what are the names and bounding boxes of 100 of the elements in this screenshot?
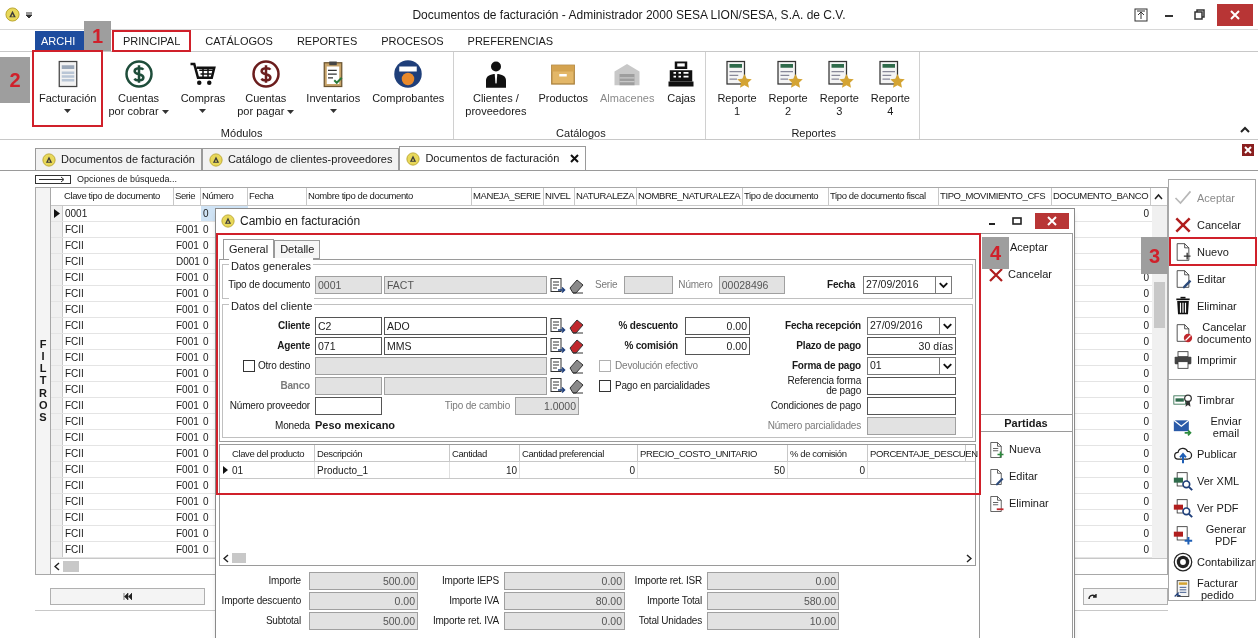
text-field[interactable]: MMS [384,336,547,355]
action-button[interactable]: Editar [1169,265,1255,292]
eraser-icon[interactable] [568,357,585,374]
document-tab[interactable]: Documentos de facturación [399,146,587,170]
column-header[interactable]: Serie [175,188,196,204]
document-tab[interactable]: Documentos de facturación [35,148,202,170]
dropdown-arrow-icon[interactable] [939,357,955,374]
total-field[interactable]: 0.00 [504,572,625,590]
action-button[interactable]: Ver PDF [1169,494,1255,521]
dialog-tab[interactable]: Detalle [274,240,321,259]
close-icon[interactable] [1217,3,1253,26]
ribbon-button[interactable]: Reporte 1 [712,52,762,125]
lookup-icon[interactable] [549,276,566,294]
scroll-thumb[interactable] [232,553,246,563]
ribbon-button[interactable]: Comprobantes [367,52,450,125]
action-button[interactable]: Nuevo [1169,238,1255,265]
checkbox[interactable] [599,379,611,392]
total-field[interactable]: 0.00 [707,572,839,590]
column-header[interactable]: DOCUMENTO_BANCO [1053,188,1149,204]
column-header[interactable]: NOMBRE_NATURALEZA [638,188,741,204]
search-options-link[interactable]: Opciones de búsqueda... [77,173,178,187]
ribbon-button[interactable]: Clientes / proveedores [460,52,532,125]
total-field[interactable]: 500.00 [309,572,418,590]
total-field[interactable]: 0.00 [309,592,418,610]
column-header[interactable]: PORCENTAJE_DESCUEN [870,445,978,461]
date-field[interactable]: 27/09/2016 [867,316,956,335]
ribbon-button[interactable]: Reporte 2 [763,52,813,125]
text-field[interactable]: ADO [384,316,547,335]
column-header[interactable]: Nombre tipo de documento [308,188,413,204]
column-header[interactable]: TIPO_MOVIMIENTO_CFS [940,188,1046,204]
ribbon-button[interactable]: Cuentas por pagar [232,52,300,125]
lookup-icon[interactable] [549,317,566,334]
menu-tab[interactable]: PREFERENCIAS [458,31,563,51]
total-field[interactable]: 500.00 [309,612,418,630]
scroll-thumb[interactable] [63,560,79,572]
document-tab[interactable]: Catálogo de clientes-proveedores [201,148,400,170]
scroll-right-icon[interactable] [966,553,972,563]
eraser-icon[interactable] [568,377,585,394]
column-header[interactable]: Número [202,188,234,204]
dropdown-arrow-icon[interactable] [939,317,955,334]
search-options-icon[interactable] [35,175,71,185]
dialog-action-button[interactable]: Nueva [980,436,1072,463]
column-header[interactable]: Fecha [249,188,274,204]
close-tab-icon[interactable] [570,154,580,163]
ribbon-button[interactable]: Reporte 3 [814,52,864,125]
text-field[interactable] [315,396,382,415]
eraser-icon[interactable] [568,317,585,334]
horizontal-scrollbar[interactable] [220,551,975,565]
ribbon-button[interactable]: Inventarios [301,52,366,125]
menu-tab[interactable]: REPORTES [287,31,367,51]
column-header[interactable]: Clave del producto [232,445,304,461]
scroll-thumb[interactable] [1154,281,1165,328]
ribbon-button[interactable]: Cuentas por cobrar [103,52,174,125]
text-field[interactable] [867,376,956,395]
action-button[interactable]: Cancelar [1169,211,1255,238]
column-header[interactable]: Descripción [317,445,363,461]
scroll-left-icon[interactable] [223,553,229,563]
action-button[interactable]: Timbrar [1169,386,1255,413]
date-field[interactable]: 27/09/2016 [863,276,952,294]
lookup-icon[interactable] [549,357,566,374]
text-field[interactable] [867,396,956,415]
column-header[interactable]: Cantidad preferencial [522,445,604,461]
ribbon-button[interactable]: Productos [533,52,593,125]
text-field[interactable]: 0.00 [685,316,750,335]
action-button[interactable]: Facturar pedido [1169,575,1255,602]
column-header[interactable]: MANEJA_SERIE [473,188,541,204]
column-header[interactable]: Tipo de documento fiscal [830,188,926,204]
column-header[interactable]: NATURALEZA [576,188,635,204]
maximize-icon[interactable] [1012,216,1022,226]
column-header[interactable]: PRECIO_COSTO_UNITARIO [640,445,757,461]
filter-panel-tab[interactable]: FILTROS [38,338,48,423]
menu-tab[interactable]: ARCHI [35,31,85,51]
column-header[interactable]: Clave tipo de documento [64,188,160,204]
collapse-ribbon-icon[interactable] [1240,126,1250,133]
ribbon-button[interactable]: Reporte 4 [865,52,915,125]
action-button[interactable]: Enviar email [1169,413,1255,440]
menu-tab[interactable]: PROCESOS [372,31,453,51]
text-field[interactable]: C2 [315,316,382,335]
column-header[interactable]: % de comisión [790,445,847,461]
column-header[interactable]: Tipo de documento [744,188,819,204]
menu-tab[interactable]: CATÁLOGOS [196,31,282,51]
action-button[interactable]: Generar PDF [1169,521,1255,548]
total-field[interactable]: 80.00 [504,592,625,610]
pin-ribbon-icon[interactable] [1134,7,1148,22]
action-button[interactable]: Imprimir [1169,346,1255,373]
action-button[interactable]: Eliminar [1169,292,1255,319]
dropdown-arrow-icon[interactable] [935,277,951,293]
ribbon-button[interactable]: Compras [175,52,231,125]
action-button[interactable]: Publicar [1169,440,1255,467]
close-icon[interactable] [1035,213,1069,229]
dialog-action-button[interactable]: Eliminar [980,490,1072,517]
dialog-tab[interactable]: General [223,239,275,259]
scroll-left-icon[interactable] [54,561,60,571]
column-header[interactable]: NIVEL [545,188,571,204]
total-field[interactable]: 0.00 [504,612,625,630]
action-button[interactable]: Cancelar documento [1169,319,1255,346]
text-field[interactable]: 0.00 [685,336,750,355]
text-field[interactable]: 071 [315,336,382,355]
close-panel-icon[interactable] [1242,144,1254,156]
lookup-icon[interactable] [549,337,566,354]
